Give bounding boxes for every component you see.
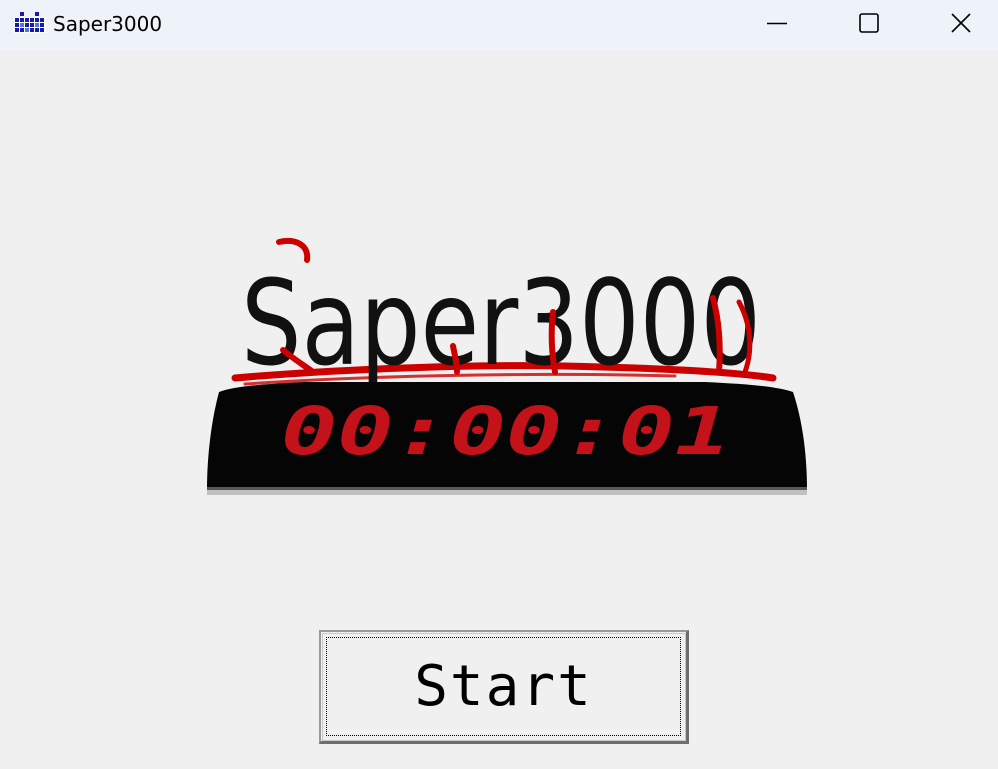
close-button[interactable] [915, 0, 998, 46]
logo-title: Saper3000 [241, 254, 761, 392]
start-button[interactable]: Start [319, 630, 689, 744]
logo-timer: 00:00:01 [281, 393, 731, 470]
saper3000-logo: Saper3000 00:00:01 [205, 232, 809, 498]
start-button-label: Start [414, 653, 593, 719]
title-bar[interactable]: Saper3000 [0, 0, 998, 50]
minimize-icon [766, 12, 788, 34]
maximize-icon [858, 12, 880, 34]
maximize-button[interactable] [823, 0, 915, 46]
window-title: Saper3000 [53, 12, 163, 36]
minefield-grid-icon [14, 11, 46, 35]
minimize-button[interactable] [731, 0, 823, 46]
close-icon [950, 12, 972, 34]
